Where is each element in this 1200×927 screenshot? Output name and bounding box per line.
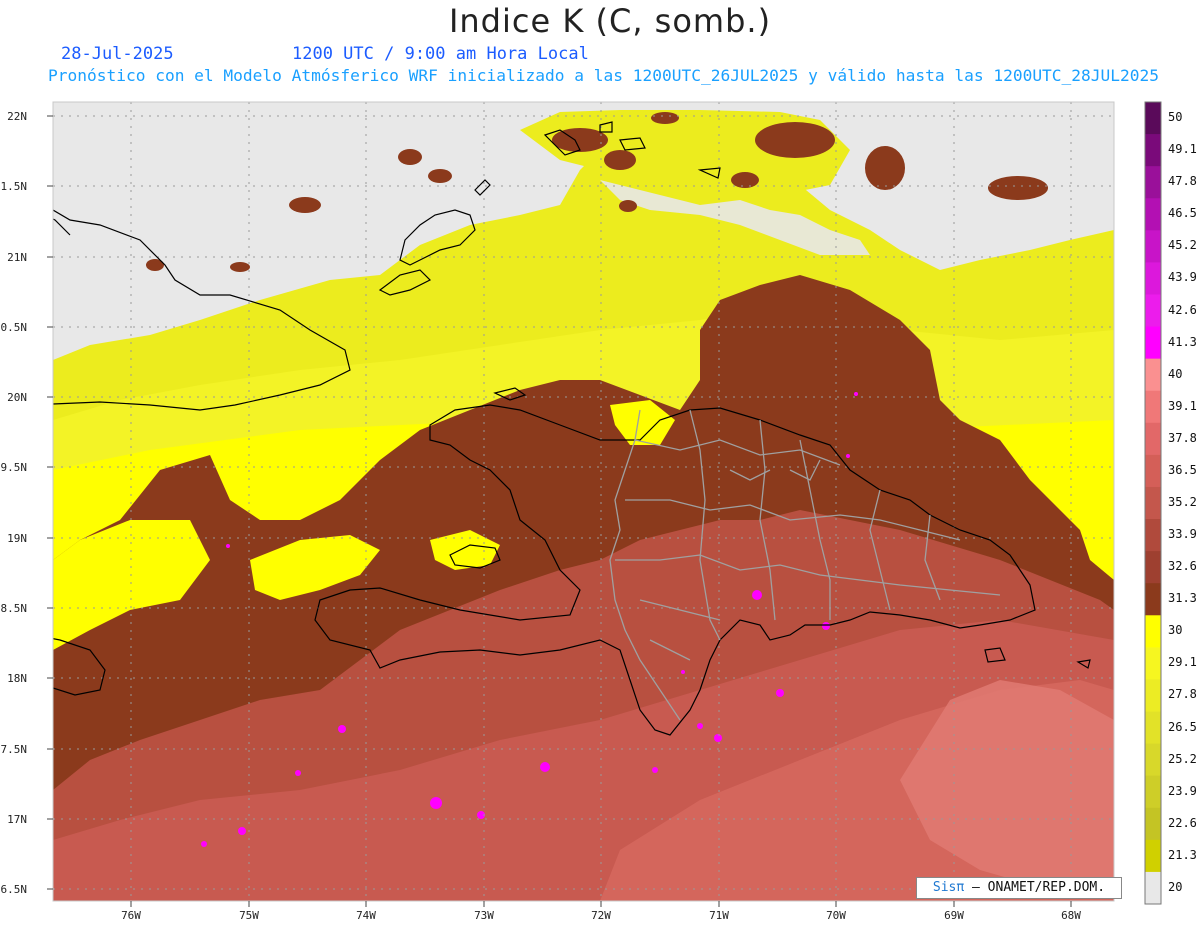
colorbar-label: 36.5 bbox=[1168, 462, 1197, 477]
colorbar-label: 40 bbox=[1168, 366, 1183, 381]
lat-label: 20N bbox=[7, 391, 27, 404]
lat-label: 20.5N bbox=[0, 321, 27, 334]
lat-label: 22N bbox=[7, 110, 27, 123]
colorbar-label: 29.1 bbox=[1168, 655, 1197, 670]
map-plot-area bbox=[53, 102, 1114, 901]
lat-label: 21.5N bbox=[0, 180, 27, 193]
lon-label: 69W bbox=[944, 909, 964, 922]
colorbar-label: 43.9 bbox=[1168, 270, 1197, 285]
colorbar bbox=[1144, 101, 1162, 905]
lat-label: 17.5N bbox=[0, 743, 27, 756]
sis-logo: Sisπ bbox=[932, 880, 965, 895]
lon-label: 74W bbox=[356, 909, 376, 922]
colorbar-swatch bbox=[1145, 583, 1161, 616]
colorbar-label: 49.1 bbox=[1168, 142, 1197, 157]
lat-label: 18.5N bbox=[0, 602, 27, 615]
lon-label: 68W bbox=[1061, 909, 1081, 922]
lon-label: 73W bbox=[474, 909, 494, 922]
colorbar-swatch bbox=[1145, 422, 1161, 456]
colorbar-swatch bbox=[1145, 134, 1161, 167]
latitude-labels: 22N 21.5N 21N 20.5N 20N 19.5N 19N 18.5N … bbox=[0, 110, 27, 896]
colorbar-label: 22.6 bbox=[1168, 815, 1197, 830]
colorbar-swatch bbox=[1145, 198, 1161, 231]
colorbar-swatch bbox=[1145, 711, 1161, 745]
colorbar-swatch bbox=[1145, 615, 1161, 648]
colorbar-swatch bbox=[1145, 775, 1161, 809]
colorbar-swatch bbox=[1145, 230, 1161, 263]
colorbar-label: 30 bbox=[1168, 623, 1183, 638]
lon-label: 76W bbox=[121, 909, 141, 922]
colorbar-label: 47.8 bbox=[1168, 174, 1197, 189]
lon-label: 75W bbox=[239, 909, 259, 922]
colorbar-label: 46.5 bbox=[1168, 206, 1197, 221]
colorbar-swatch bbox=[1145, 486, 1161, 520]
colorbar-swatch bbox=[1145, 166, 1161, 199]
colorbar-label: 35.2 bbox=[1168, 495, 1197, 509]
colorbar-label: 31.3 bbox=[1168, 591, 1197, 606]
colorbar-label: 26.5 bbox=[1168, 719, 1197, 734]
k-index-map: 22N 21.5N 21N 20.5N 20N 19.5N 19N 18.5N … bbox=[0, 101, 1162, 922]
colorbar-label: 27.8 bbox=[1168, 687, 1197, 702]
colorbar-label: 20 bbox=[1168, 879, 1183, 894]
colorbar-label: 37.8 bbox=[1168, 430, 1197, 445]
colorbar-label: 42.6 bbox=[1168, 302, 1197, 317]
credit-text: – ONAMET/REP.DOM. bbox=[972, 880, 1106, 895]
colorbar-swatch bbox=[1145, 262, 1161, 295]
lat-label: 16.5N bbox=[0, 883, 27, 896]
colorbar-swatch bbox=[1145, 743, 1161, 777]
colorbar-swatch bbox=[1145, 102, 1161, 135]
lat-label: 19.5N bbox=[0, 461, 27, 474]
lon-label: 71W bbox=[709, 909, 729, 922]
colorbar-label: 45.2 bbox=[1168, 238, 1197, 253]
colorbar-swatch bbox=[1145, 358, 1161, 392]
colorbar-label: 41.3 bbox=[1168, 334, 1197, 349]
colorbar-label: 21.3 bbox=[1168, 847, 1197, 862]
colorbar-swatch bbox=[1145, 294, 1161, 328]
colorbar-swatch bbox=[1145, 839, 1161, 873]
lat-label: 18N bbox=[7, 672, 27, 685]
colorbar-swatch bbox=[1145, 871, 1161, 905]
colorbar-label: 32.6 bbox=[1168, 559, 1197, 574]
lat-label: 19N bbox=[7, 532, 27, 545]
colorbar-swatch bbox=[1145, 454, 1161, 488]
credit-box: Sisπ – ONAMET/REP.DOM. bbox=[916, 877, 1122, 899]
lon-label: 70W bbox=[826, 909, 846, 922]
colorbar-swatch bbox=[1145, 326, 1161, 360]
colorbar-label: 25.2 bbox=[1168, 751, 1197, 766]
colorbar-label: 39.1 bbox=[1168, 398, 1197, 413]
lat-label: 17N bbox=[7, 813, 27, 826]
longitude-labels: 76W 75W 74W 73W 72W 71W 70W 69W 68W bbox=[121, 909, 1081, 922]
colorbar-swatch bbox=[1145, 679, 1161, 713]
colorbar-swatch bbox=[1145, 647, 1161, 680]
lon-label: 72W bbox=[591, 909, 611, 922]
colorbar-label: 50 bbox=[1168, 110, 1183, 125]
colorbar-swatch bbox=[1145, 390, 1161, 424]
colorbar-swatch bbox=[1145, 807, 1161, 841]
colorbar-label: 23.9 bbox=[1168, 783, 1197, 798]
lat-label: 21N bbox=[7, 251, 27, 264]
colorbar-swatch bbox=[1145, 551, 1161, 584]
colorbar-label: 33.9 bbox=[1168, 527, 1197, 542]
colorbar-swatch bbox=[1145, 519, 1161, 552]
